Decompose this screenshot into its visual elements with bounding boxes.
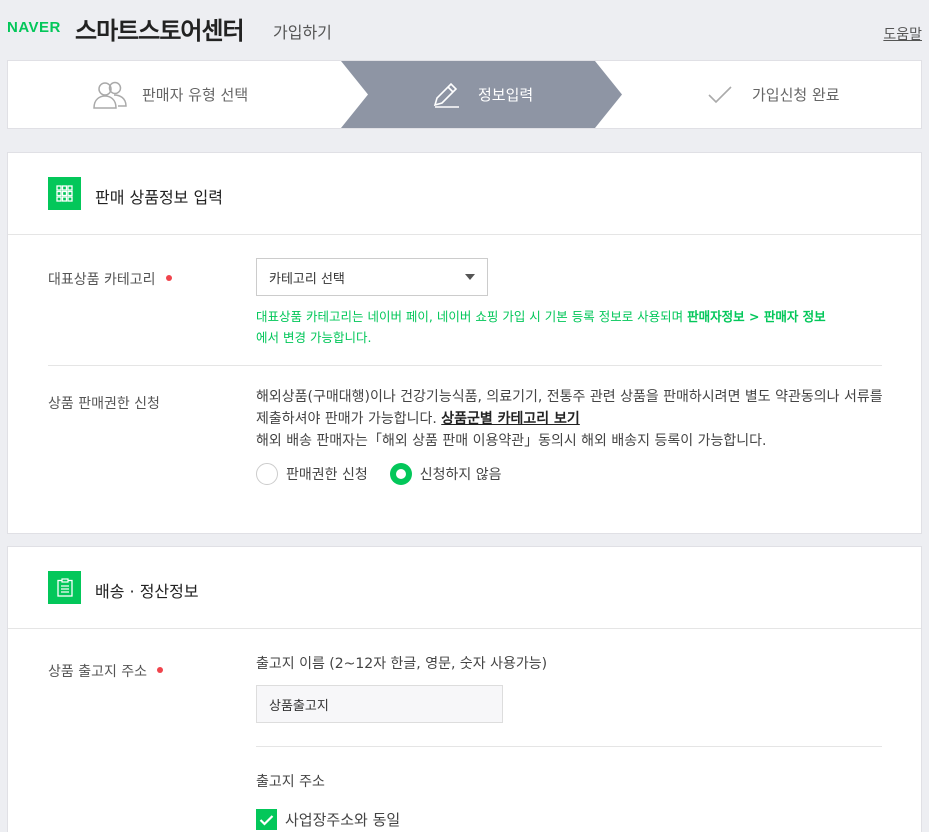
checkbox-checked[interactable] (256, 809, 277, 830)
step-label: 가입신청 완료 (752, 86, 840, 104)
category-note: 대표상품 카테고리는 네이버 페이, 네이버 쇼핑 가입 시 기본 등록 정보로… (256, 306, 876, 348)
divider (48, 365, 882, 366)
radio-apply[interactable]: 판매권한 신청 (256, 463, 368, 485)
address-label-text: 상품 출고지 주소 (48, 664, 148, 680)
section-title: 판매 상품정보 입력 (95, 188, 223, 207)
warehouse-name-label: 출고지 이름 (2~12자 한글, 영문, 숫자 사용가능) (256, 656, 548, 672)
warehouse-address-label: 출고지 주소 (256, 774, 325, 790)
step-seller-type: 판매자 유형 선택 (92, 61, 248, 128)
chevron-down-icon (465, 274, 475, 280)
category-select[interactable]: 카테고리 선택 (256, 258, 488, 296)
product-info-section: 판매 상품정보 입력 대표상품 카테고리 카테고리 선택 대표상품 카테고리는 … (7, 152, 922, 534)
top-bar: NAVER 스마트스토어센터 가입하기 도움말 (0, 0, 929, 60)
brand-title[interactable]: 스마트스토어센터 (75, 11, 245, 46)
permission-description: 해외상품(구매대행)이나 건강기능식품, 의료기기, 전통주 관련 상품을 판매… (256, 386, 886, 452)
check-icon (702, 80, 738, 110)
grid-icon (48, 177, 81, 210)
radio-apply-circle[interactable] (256, 463, 278, 485)
note-text-end: 에서 변경 가능합니다. (256, 330, 372, 345)
step-info-input: 정보입력 (428, 61, 533, 128)
signup-steps: 판매자 유형 선택 정보입력 가입신청 완료 (7, 60, 922, 129)
overseas-text: 해외 배송 판매자는「해외 상품 판매 이용약관」동의시 해외 배송지 등록이 … (256, 433, 767, 449)
required-dot (165, 275, 172, 281)
step-label: 판매자 유형 선택 (142, 86, 249, 104)
radio-none-label[interactable]: 신청하지 않음 (420, 464, 502, 484)
same-as-business-checkbox[interactable]: 사업장주소와 동일 (256, 809, 400, 830)
help-link[interactable]: 도움말 (883, 24, 922, 44)
shipping-section: 배송 · 정산정보 상품 출고지 주소 출고지 이름 (2~12자 한글, 영문… (7, 546, 922, 832)
radio-none-circle[interactable] (389, 463, 412, 485)
permission-radio-group: 판매권한 신청 신청하지 않음 (256, 463, 523, 485)
section-header: 판매 상품정보 입력 (8, 153, 921, 235)
category-guide-link[interactable]: 상품군별 카테고리 보기 (441, 411, 580, 427)
note-text: 대표상품 카테고리는 네이버 페이, 네이버 쇼핑 가입 시 기본 등록 정보로… (256, 309, 688, 324)
category-select-value: 카테고리 선택 (269, 271, 345, 287)
address-label: 상품 출고지 주소 (48, 661, 164, 681)
checkbox-label[interactable]: 사업장주소와 동일 (285, 809, 400, 830)
warehouse-name-input[interactable]: 상품출고지 (256, 685, 503, 723)
page-subtitle: 가입하기 (273, 23, 332, 42)
radio-none[interactable]: 신청하지 않음 (389, 463, 502, 485)
permission-label: 상품 판매권한 신청 (48, 396, 160, 412)
radio-apply-label[interactable]: 판매권한 신청 (286, 464, 368, 484)
clipboard-icon (48, 571, 81, 604)
check-icon (259, 814, 274, 826)
warehouse-name-value: 상품출고지 (269, 698, 329, 714)
divider (256, 746, 882, 747)
category-label: 대표상품 카테고리 (48, 269, 172, 289)
users-icon (92, 80, 128, 110)
pencil-icon (428, 80, 464, 110)
note-bold-path: 판매자정보 > 판매자 정보 (687, 309, 826, 324)
section-title: 배송 · 정산정보 (95, 582, 199, 601)
step-label: 정보입력 (478, 86, 534, 104)
required-dot (157, 667, 164, 673)
section-header: 배송 · 정산정보 (8, 547, 921, 629)
naver-logo[interactable]: NAVER (7, 19, 61, 36)
step-complete: 가입신청 완료 (702, 61, 840, 128)
category-label-text: 대표상품 카테고리 (48, 272, 156, 288)
